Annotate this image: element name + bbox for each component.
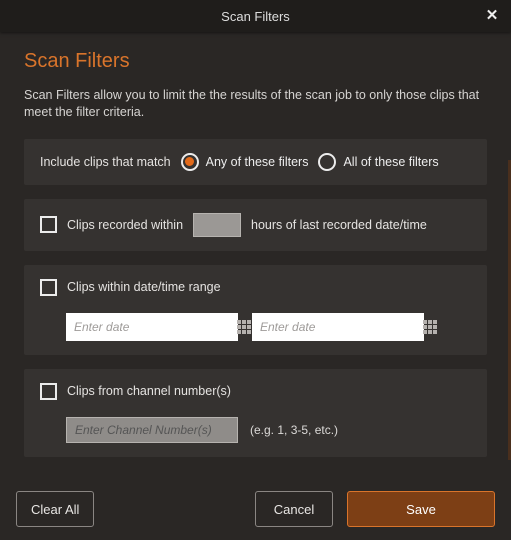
channels-group: Clips from channel number(s) (e.g. 1, 3-… bbox=[24, 369, 487, 457]
channels-input[interactable] bbox=[66, 417, 238, 443]
recorded-within-group: Clips recorded within hours of last reco… bbox=[24, 199, 487, 251]
radio-icon bbox=[181, 153, 199, 171]
date-from-field[interactable] bbox=[66, 313, 238, 341]
date-to-field[interactable] bbox=[252, 313, 424, 341]
radio-any-filters[interactable]: Any of these filters bbox=[181, 153, 309, 171]
close-icon[interactable]: ✕ bbox=[483, 6, 501, 24]
date-from-input[interactable] bbox=[66, 320, 237, 334]
radio-all-label: All of these filters bbox=[343, 155, 438, 169]
date-range-group: Clips within date/time range bbox=[24, 265, 487, 355]
match-mode-group: Include clips that match Any of these fi… bbox=[24, 139, 487, 185]
titlebar-title: Scan Filters bbox=[221, 9, 290, 24]
save-button[interactable]: Save bbox=[347, 491, 495, 527]
checkbox-channels-label: Clips from channel number(s) bbox=[67, 384, 231, 398]
date-to-input[interactable] bbox=[252, 320, 423, 334]
checkbox-icon bbox=[40, 279, 57, 296]
dialog-footer: Clear All Cancel Save bbox=[0, 478, 511, 540]
dialog-content: Scan Filters Scan Filters allow you to l… bbox=[0, 32, 511, 478]
calendar-icon[interactable] bbox=[237, 313, 251, 341]
checkbox-channels[interactable]: Clips from channel number(s) bbox=[40, 383, 231, 400]
checkbox-icon bbox=[40, 216, 57, 233]
checkbox-icon bbox=[40, 383, 57, 400]
hours-input[interactable] bbox=[193, 213, 241, 237]
recorded-within-suffix: hours of last recorded date/time bbox=[251, 218, 427, 232]
match-label: Include clips that match bbox=[40, 155, 171, 169]
checkbox-date-range-label: Clips within date/time range bbox=[67, 280, 221, 294]
calendar-icon[interactable] bbox=[423, 313, 437, 341]
clear-all-button[interactable]: Clear All bbox=[16, 491, 94, 527]
page-description: Scan Filters allow you to limit the the … bbox=[24, 87, 487, 121]
channels-hint: (e.g. 1, 3-5, etc.) bbox=[250, 423, 338, 437]
checkbox-date-range[interactable]: Clips within date/time range bbox=[40, 279, 221, 296]
page-title: Scan Filters bbox=[24, 50, 487, 73]
titlebar: Scan Filters ✕ bbox=[0, 0, 511, 32]
checkbox-recorded-within[interactable]: Clips recorded within bbox=[40, 216, 183, 233]
radio-icon bbox=[318, 153, 336, 171]
cancel-button[interactable]: Cancel bbox=[255, 491, 333, 527]
radio-any-label: Any of these filters bbox=[206, 155, 309, 169]
radio-all-filters[interactable]: All of these filters bbox=[318, 153, 438, 171]
checkbox-recorded-within-label: Clips recorded within bbox=[67, 218, 183, 232]
